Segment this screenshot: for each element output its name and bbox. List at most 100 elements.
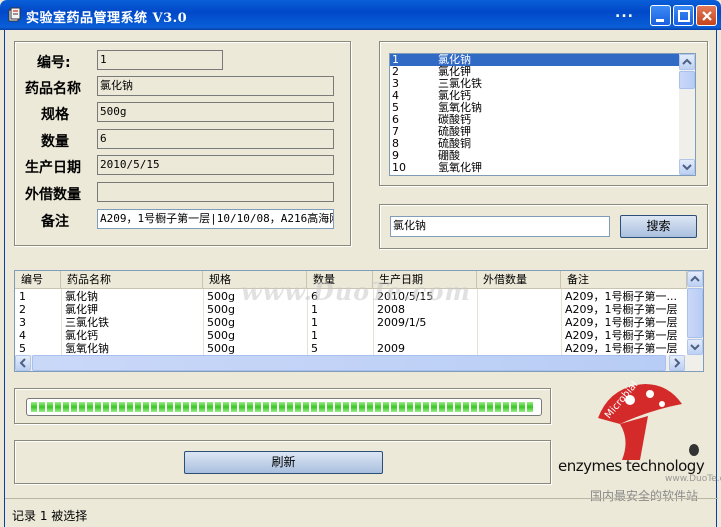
list-item[interactable]: 7 硫酸钾 [390,126,679,138]
list-item[interactable]: 9 硼酸 [390,150,679,162]
progress-chunk [415,402,421,412]
arrow-up-icon [690,275,700,282]
table-cell[interactable]: 500g [203,316,307,329]
close-button[interactable] [696,5,717,26]
table-cell[interactable]: 4 [15,329,61,342]
maximize-button[interactable] [673,5,694,26]
drug-listbox[interactable]: 1 氯化钠 2 氯化钾 3 三氯化铁 4 氯化钙 5 氢氧化钠 6 碳酸钙 7 硫酸钾 8 硫酸铜 9 硼酸 10 氢… [389,53,696,176]
progress-chunk [327,402,333,412]
list-item[interactable]: 3 三氯化铁 [390,78,679,90]
table-cell[interactable]: 5 [307,342,373,355]
progress-chunk [471,402,477,412]
remarks-field[interactable]: A209，1号橱子第一层|10/10/08，A216高海刚 [97,209,334,229]
drug-name-field[interactable]: 氯化钠 [97,76,334,96]
minimize-button[interactable] [650,5,671,26]
table-cell[interactable]: 1 [15,290,61,303]
grid-scroll-left-button[interactable] [15,355,31,371]
table-cell[interactable]: A209，1号橱子第一... [561,290,687,303]
table-cell[interactable]: A209，1号橱子第一层 [561,329,687,342]
small-watermark: www.DuoTe.com [665,474,721,484]
table-cell[interactable]: 氢氧化钠 [61,342,203,355]
column-header[interactable]: 编号 [15,271,61,289]
table-cell[interactable]: 1 [307,329,373,342]
progress-chunk [31,402,37,412]
title-bar[interactable]: 实验室药品管理系统 V3.0 ... [0,0,721,30]
grid-scroll-thumb[interactable] [687,288,703,338]
table-cell[interactable]: 500g [203,342,307,355]
logo-text: enzymes technology [558,457,705,475]
list-item[interactable]: 1 氯化钠 [390,54,679,66]
grid-scroll-up-button[interactable] [687,271,703,287]
progress-chunk [311,402,317,412]
table-cell[interactable]: A209，1号橱子第一层 [561,342,687,355]
table-cell[interactable]: 2009 [373,342,477,355]
progress-chunk [263,402,269,412]
label-quantity: 数量 [41,134,69,150]
table-cell[interactable]: 1 [307,316,373,329]
table-cell[interactable] [477,290,561,303]
refresh-panel: 刷新 [14,440,551,484]
column-header[interactable]: 外借数量 [477,271,561,289]
progress-chunk [319,402,325,412]
column-header[interactable]: 药品名称 [61,271,203,289]
table-cell[interactable]: 5 [15,342,61,355]
list-panel: 1 氯化钠 2 氯化钾 3 三氯化铁 4 氯化钙 5 氢氧化钠 6 碳酸钙 7 硫酸钾 8 硫酸铜 9 硼酸 10 氢… [379,41,708,186]
status-bar: 记录 1 被选择 [5,498,718,527]
table-cell[interactable] [477,303,561,316]
list-item[interactable]: 4 氯化钙 [390,90,679,102]
table-cell[interactable]: 三氯化铁 [61,316,203,329]
table-cell[interactable]: A209，1号橱子第一层 [561,316,687,329]
listbox-scrollbar[interactable] [679,54,695,175]
list-item[interactable]: 5 氢氧化钠 [390,102,679,114]
table-cell[interactable]: 氯化钠 [61,290,203,303]
table-cell[interactable] [477,342,561,355]
lent-quantity-field[interactable] [97,182,334,202]
table-cell[interactable]: 2 [15,303,61,316]
column-header[interactable]: 备注 [561,271,687,289]
quantity-field[interactable]: 6 [97,129,334,149]
progress-chunk [231,402,237,412]
label-id: 编号: [37,55,71,71]
list-item[interactable]: 6 碳酸钙 [390,114,679,126]
grid-hscrollbar[interactable] [15,355,703,371]
progress-chunk [175,402,181,412]
scroll-up-button[interactable] [679,54,695,70]
table-cell[interactable]: 氯化钾 [61,303,203,316]
grid-scroll-right-button[interactable] [669,355,685,371]
progress-chunk [343,402,349,412]
scroll-thumb[interactable] [679,71,695,89]
progress-chunk [503,402,509,412]
grid-hscroll-thumb[interactable] [32,355,666,371]
list-item[interactable]: 2 氯化钾 [390,66,679,78]
progress-bar [26,398,542,416]
table-cell[interactable] [477,316,561,329]
production-date-field[interactable]: 2010/5/15 [97,155,334,175]
search-button[interactable]: 搜索 [620,215,697,238]
table-cell[interactable]: 2009/1/5 [373,316,477,329]
table-cell[interactable]: 氯化钙 [61,329,203,342]
label-spec: 规格 [41,107,69,123]
id-field[interactable]: 1 [97,50,223,70]
table-cell[interactable]: 3 [15,316,61,329]
grid-scroll-down-button[interactable] [687,339,703,355]
search-panel: 氯化钠 搜索 [379,204,708,249]
scroll-down-button[interactable] [679,159,695,175]
search-input[interactable]: 氯化钠 [390,216,610,237]
progress-chunk [63,402,69,412]
list-item[interactable]: 10 氢氧化钾 [390,162,679,174]
window-title: 实验室药品管理系统 V3.0 [26,11,188,26]
progress-chunk [455,402,461,412]
table-cell[interactable]: A209，1号橱子第一层 [561,303,687,316]
spec-field[interactable]: 500g [97,102,334,122]
progress-chunk [495,402,501,412]
progress-chunk [151,402,157,412]
label-remarks: 备注 [41,214,69,230]
table-cell[interactable] [477,329,561,342]
progress-chunk [47,402,53,412]
grid-vscrollbar[interactable] [687,271,703,355]
refresh-button[interactable]: 刷新 [184,451,383,474]
table-cell[interactable]: 500g [203,329,307,342]
arrow-right-icon [674,358,681,368]
table-cell[interactable] [373,329,477,342]
list-item[interactable]: 8 硫酸铜 [390,138,679,150]
